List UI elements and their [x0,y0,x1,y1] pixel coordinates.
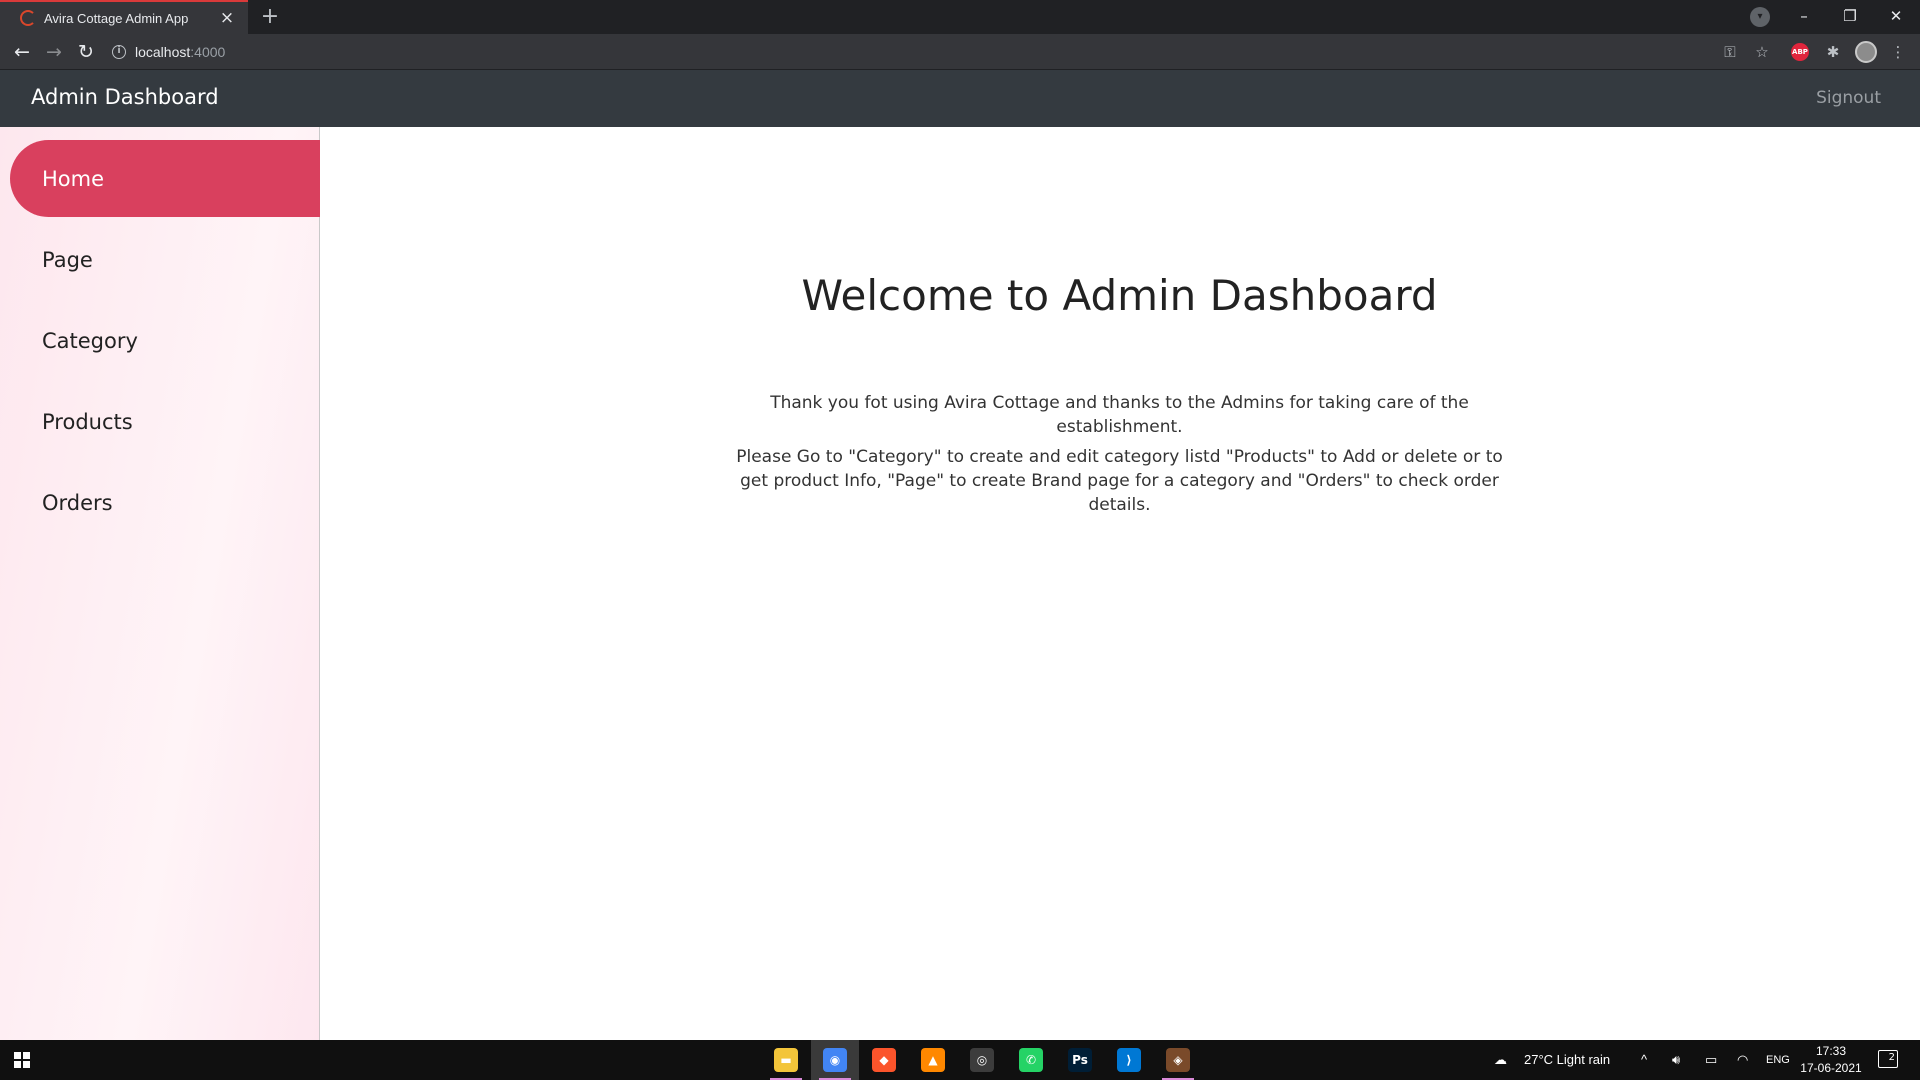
vscode-icon[interactable]: ⟩ [1105,1040,1153,1080]
git-glyph: ◈ [1166,1048,1190,1072]
key-icon[interactable]: ⚿ [1720,42,1740,62]
windows-taskbar: ▬ ◉ ◆ ▲ ◎ ✆ Ps ⟩ ◈ ☁ 27°C Light rain ^ 🔊︎ ▭ ◠ EN… [0,1040,1920,1080]
file-explorer-glyph: ▬ [774,1048,798,1072]
weather-status[interactable]: 27°C Light rain [1524,1040,1610,1080]
browser-tab-active[interactable]: Avira Cottage Admin App × [0,0,248,34]
obs-glyph: ◎ [970,1048,994,1072]
obs-icon[interactable]: ◎ [958,1040,1006,1080]
volume-icon[interactable]: 🔊︎ [1672,1040,1680,1080]
tray-chevron-icon[interactable]: ^ [1641,1040,1647,1080]
adblock-extension-icon[interactable]: ABP [1791,43,1809,61]
favicon-icon [20,10,36,26]
chrome-glyph: ◉ [823,1048,847,1072]
profile-avatar[interactable] [1855,41,1877,63]
language-indicator[interactable]: ENG [1766,1040,1790,1080]
main-content: Welcome to Admin Dashboard Thank you fot… [321,127,1920,1040]
photoshop-icon[interactable]: Ps [1056,1040,1104,1080]
sidebar-item-category[interactable]: Category [10,302,320,379]
sidebar-item-page[interactable]: Page [10,221,320,298]
tab-search-icon[interactable]: ▾ [1750,7,1770,27]
tab-close-icon[interactable]: × [218,9,236,27]
sidebar-item-products[interactable]: Products [10,383,320,460]
new-tab-button[interactable]: + [258,6,282,30]
windows-start-icon[interactable] [14,1052,30,1068]
sidebar-item-home[interactable]: Home [10,140,320,217]
sidebar-item-label: Home [42,166,105,191]
vlc-glyph: ▲ [921,1048,945,1072]
clock-date: 17-06-2021 [1800,1061,1862,1075]
sidebar-item-orders[interactable]: Orders [10,464,320,541]
browser-tabstrip: Avira Cottage Admin App × + ▾ – ❐ ✕ [0,0,1920,34]
git-icon[interactable]: ◈ [1154,1040,1202,1080]
address-bar[interactable]: i localhost :4000 [112,38,1712,66]
notification-count: 2 [1888,1052,1895,1063]
back-button[interactable]: ← [8,38,36,66]
restore-button[interactable]: ❐ [1827,2,1873,30]
signout-link[interactable]: Signout [1816,88,1881,108]
photoshop-glyph: Ps [1068,1048,1092,1072]
forward-button[interactable]: → [40,38,68,66]
brave-icon[interactable]: ◆ [860,1040,908,1080]
whatsapp-glyph: ✆ [1019,1048,1043,1072]
url-host: localhost [135,44,191,60]
clock-time: 17:33 [1815,1044,1847,1058]
sidebar-item-label: Page [42,247,93,272]
url-port: :4000 [190,44,226,60]
sidebar-item-label: Category [42,328,138,353]
sidebar-item-label: Products [42,409,133,434]
clock[interactable]: 17:33 17-06-2021 [1796,1043,1866,1077]
whatsapp-icon[interactable]: ✆ [1007,1040,1055,1080]
instructions-paragraph: Please Go to "Category" to create and ed… [736,447,1503,515]
minimize-button[interactable]: – [1781,2,1827,30]
brand-title[interactable]: Admin Dashboard [31,85,219,109]
sidebar-item-label: Orders [42,490,113,515]
weather-icon[interactable]: ☁ [1494,1040,1507,1080]
wifi-icon[interactable]: ◠ [1737,1040,1748,1080]
tab-title: Avira Cottage Admin App [44,10,189,26]
page-title: Welcome to Admin Dashboard [801,271,1438,320]
close-window-button[interactable]: ✕ [1873,2,1919,30]
star-icon[interactable]: ☆ [1752,42,1772,62]
battery-icon[interactable]: ▭ [1705,1040,1717,1080]
site-info-icon[interactable]: i [112,45,126,59]
brave-glyph: ◆ [872,1048,896,1072]
sidebar: Home Page Category Products Orders [0,127,320,1040]
vlc-icon[interactable]: ▲ [909,1040,957,1080]
browser-toolbar: ← → ↻ i localhost :4000 ⚿ ☆ ✱ ⋮ [0,34,1920,70]
menu-kebab-icon[interactable]: ⋮ [1888,42,1908,62]
extensions-icon[interactable]: ✱ [1823,42,1843,62]
app-navbar: Admin Dashboard Signout [0,70,1920,127]
reload-button[interactable]: ↻ [72,38,100,66]
file-explorer-icon[interactable]: ▬ [762,1040,810,1080]
notification-center-icon[interactable]: 2 [1878,1050,1898,1068]
chrome-icon[interactable]: ◉ [811,1040,859,1080]
vscode-glyph: ⟩ [1117,1048,1141,1072]
intro-paragraph: Thank you fot using Avira Cottage and th… [770,393,1469,437]
